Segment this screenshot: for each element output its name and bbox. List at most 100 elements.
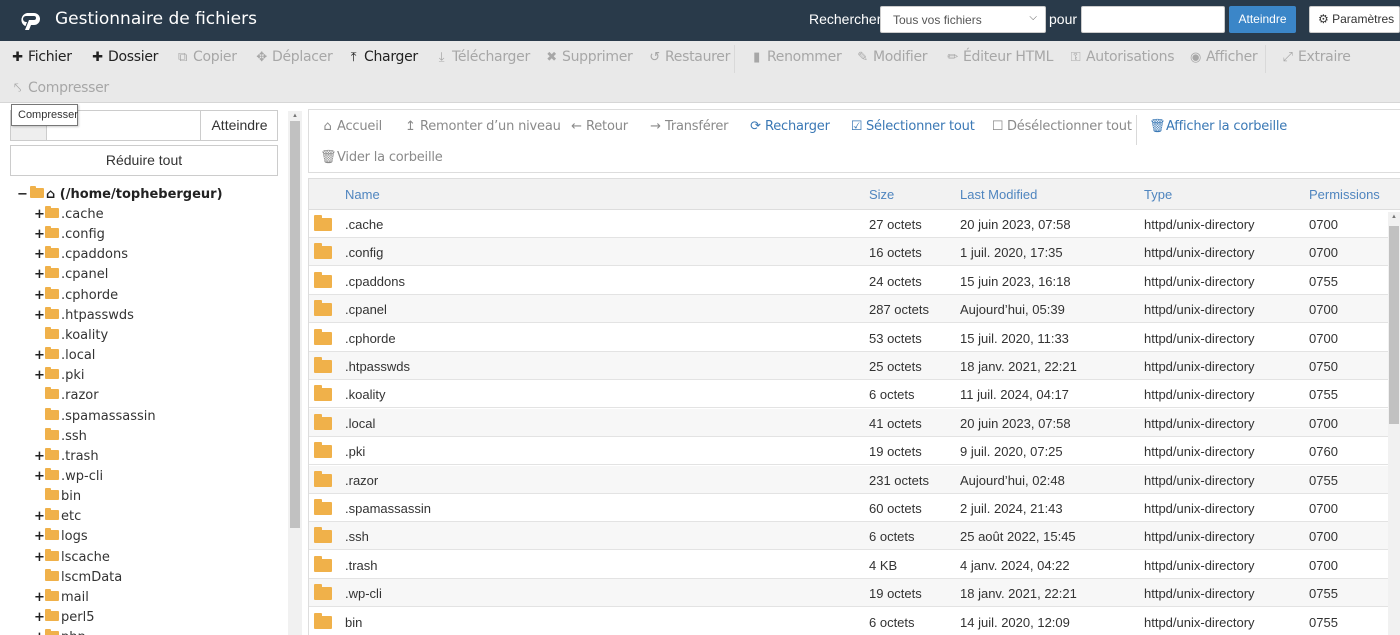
- tree-item[interactable]: + perl5: [34, 609, 94, 630]
- tree-item[interactable]: + .cache: [34, 206, 104, 227]
- expand-icon[interactable]: +: [34, 529, 45, 544]
- tree-item[interactable]: + .htpasswds: [34, 306, 134, 328]
- expand-icon[interactable]: +: [34, 630, 45, 635]
- table-scrollbar[interactable]: ▲: [1388, 212, 1400, 635]
- search-go-button[interactable]: Atteindre: [1229, 6, 1296, 33]
- scroll-up-icon[interactable]: ▲: [292, 113, 298, 119]
- expand-icon[interactable]: +: [34, 207, 45, 222]
- tree-item[interactable]: + .local: [34, 347, 95, 368]
- reload-button[interactable]: ⟳ Recharger: [748, 119, 830, 134]
- tree-item[interactable]: + .trash: [34, 447, 99, 469]
- table-row[interactable]: .wp-cli 19 octets 18 janv. 2021, 22:21 http…: [309, 579, 1389, 608]
- sidebar-scrollbar[interactable]: ▲: [288, 111, 302, 635]
- forward-button[interactable]: → Transférer: [648, 119, 728, 134]
- view-button[interactable]: ◉ Afficher: [1188, 49, 1258, 65]
- tree-item[interactable]: bin: [34, 488, 81, 509]
- home-button[interactable]: ⌂ Accueil: [320, 119, 382, 134]
- tree-item-label: .razor: [61, 388, 99, 404]
- home-icon: ⌂: [45, 187, 56, 202]
- new-file-button[interactable]: ✚ Fichier: [10, 49, 72, 65]
- expand-icon[interactable]: +: [34, 509, 45, 524]
- view-trash-button[interactable]: 🗑Afficher la corbeille: [1149, 119, 1287, 134]
- tree-item[interactable]: lscmData: [34, 568, 122, 590]
- table-row[interactable]: .ssh 6 octets 25 août 2022, 15:45 httpd/uni…: [309, 522, 1389, 551]
- gear-icon: ⚙: [1318, 12, 1329, 26]
- table-row[interactable]: .trash 4 KB 4 janv. 2024, 04:22 httpd/unix-…: [309, 551, 1389, 579]
- compress-button[interactable]: ⤣ Compresser: [10, 80, 109, 96]
- table-row[interactable]: .cpaddons 24 octets 15 juin 2023, 16:18 htt…: [309, 267, 1389, 295]
- delete-button[interactable]: ✖ Supprimer: [544, 49, 633, 65]
- edit-button[interactable]: ✎ Modifier: [855, 49, 927, 65]
- search-input[interactable]: [1081, 6, 1225, 33]
- table-row[interactable]: .razor 231 octets Aujourd’hui, 02:48 httpd/…: [309, 465, 1389, 494]
- tree-root[interactable]: − ⌂ (/home/tophebergeur): [17, 186, 223, 202]
- settings-button[interactable]: ⚙ Paramètres: [1309, 6, 1400, 33]
- select-all-button[interactable]: ☑ Sélectionner tout: [849, 119, 975, 134]
- path-go-button[interactable]: Atteindre: [200, 111, 278, 140]
- expand-icon[interactable]: +: [34, 590, 45, 605]
- scrollbar-thumb[interactable]: [1389, 226, 1399, 424]
- expand-icon[interactable]: +: [34, 348, 45, 363]
- expand-icon[interactable]: +: [34, 368, 45, 383]
- rename-button[interactable]: ▮ Renommer: [749, 49, 842, 65]
- expand-icon[interactable]: +: [34, 550, 45, 565]
- tree-item[interactable]: + php: [34, 629, 86, 635]
- search-scope-select[interactable]: Tous vos fichiers ⌵: [880, 6, 1046, 33]
- table-row[interactable]: .pki 19 octets 9 juil. 2020, 07:25 httpd/un…: [309, 437, 1389, 466]
- expand-icon[interactable]: +: [34, 267, 45, 282]
- expand-icon[interactable]: +: [34, 469, 45, 484]
- tree-item[interactable]: .ssh: [34, 427, 87, 449]
- table-row[interactable]: bin 6 octets 14 juil. 2020, 12:09 httpd/uni…: [309, 608, 1389, 635]
- plus-icon: ✚: [92, 50, 103, 65]
- tree-item[interactable]: + .cphorde: [34, 286, 118, 308]
- download-button[interactable]: ⤓ Télécharger: [434, 49, 530, 65]
- expand-icon[interactable]: +: [34, 288, 45, 303]
- up-one-level-button[interactable]: ↥ Remonter d’un niveau: [403, 119, 561, 134]
- tree-item[interactable]: + .wp-cli: [34, 467, 103, 489]
- table-row[interactable]: .config 16 octets 1 juil. 2020, 17:35 httpd…: [309, 238, 1389, 267]
- tree-item[interactable]: + etc: [34, 508, 81, 529]
- column-header-type[interactable]: Type: [1144, 187, 1172, 202]
- permissions-button[interactable]: ⚿ Autorisations: [1068, 49, 1175, 65]
- tree-item[interactable]: + .pki: [34, 367, 85, 388]
- copy-button[interactable]: ⧉ Copier: [175, 49, 237, 65]
- column-header-size[interactable]: Size: [869, 187, 894, 202]
- table-row[interactable]: .cphorde 53 octets 15 juil. 2020, 11:33 htt…: [309, 324, 1389, 352]
- table-row[interactable]: .cache 27 octets 20 juin 2023, 07:58 httpd/…: [309, 210, 1389, 238]
- restore-button[interactable]: ↺ Restaurer: [647, 49, 730, 65]
- tree-item[interactable]: + .cpanel: [34, 266, 108, 287]
- tree-item[interactable]: + logs: [34, 528, 88, 549]
- table-row[interactable]: .koality 6 octets 11 juil. 2024, 04:17 http…: [309, 380, 1389, 409]
- tree-item[interactable]: + .config: [34, 226, 105, 247]
- move-button[interactable]: ✥ Déplacer: [254, 49, 333, 65]
- table-row[interactable]: .htpasswds 25 octets 18 janv. 2021, 22:21 h…: [309, 352, 1389, 380]
- back-button[interactable]: ← Retour: [569, 119, 628, 134]
- deselect-all-button[interactable]: ☐ Désélectionner tout: [990, 119, 1132, 134]
- column-header-last-modified[interactable]: Last Modified: [960, 187, 1037, 202]
- tree-item[interactable]: .koality: [34, 326, 108, 348]
- tree-item[interactable]: + mail: [34, 588, 89, 610]
- tree-item[interactable]: + .cpaddons: [34, 246, 128, 267]
- table-row[interactable]: .cpanel 287 octets Aujourd’hui, 05:39 httpd…: [309, 295, 1389, 324]
- column-header-permissions[interactable]: Permissions: [1309, 187, 1380, 202]
- empty-trash-button[interactable]: 🗑Vider la corbeille: [320, 150, 443, 165]
- collapse-icon[interactable]: −: [17, 187, 28, 202]
- extract-button[interactable]: ⤢ Extraire: [1280, 49, 1350, 65]
- expand-icon[interactable]: +: [34, 247, 45, 262]
- new-folder-button[interactable]: ✚ Dossier: [90, 49, 158, 65]
- tree-item[interactable]: .razor: [34, 387, 99, 408]
- table-row[interactable]: .local 41 octets 20 juin 2023, 07:58 httpd/…: [309, 408, 1389, 437]
- expand-icon[interactable]: +: [34, 227, 45, 242]
- expand-icon[interactable]: +: [34, 449, 45, 464]
- tree-item[interactable]: .spamassassin: [34, 407, 156, 429]
- collapse-all-button[interactable]: Réduire tout: [10, 145, 278, 176]
- upload-button[interactable]: ⤒ Charger: [346, 49, 418, 65]
- expand-icon[interactable]: +: [34, 610, 45, 625]
- table-row[interactable]: .spamassassin 60 octets 2 juil. 2024, 21:4…: [309, 494, 1389, 522]
- column-header-name[interactable]: Name: [345, 187, 380, 202]
- scroll-up-icon[interactable]: ▲: [1391, 214, 1397, 220]
- expand-icon[interactable]: +: [34, 308, 45, 323]
- scrollbar-thumb[interactable]: [290, 121, 300, 528]
- tree-item[interactable]: + lscache: [34, 548, 110, 570]
- html-editor-button[interactable]: ✏ Éditeur HTML: [945, 49, 1053, 65]
